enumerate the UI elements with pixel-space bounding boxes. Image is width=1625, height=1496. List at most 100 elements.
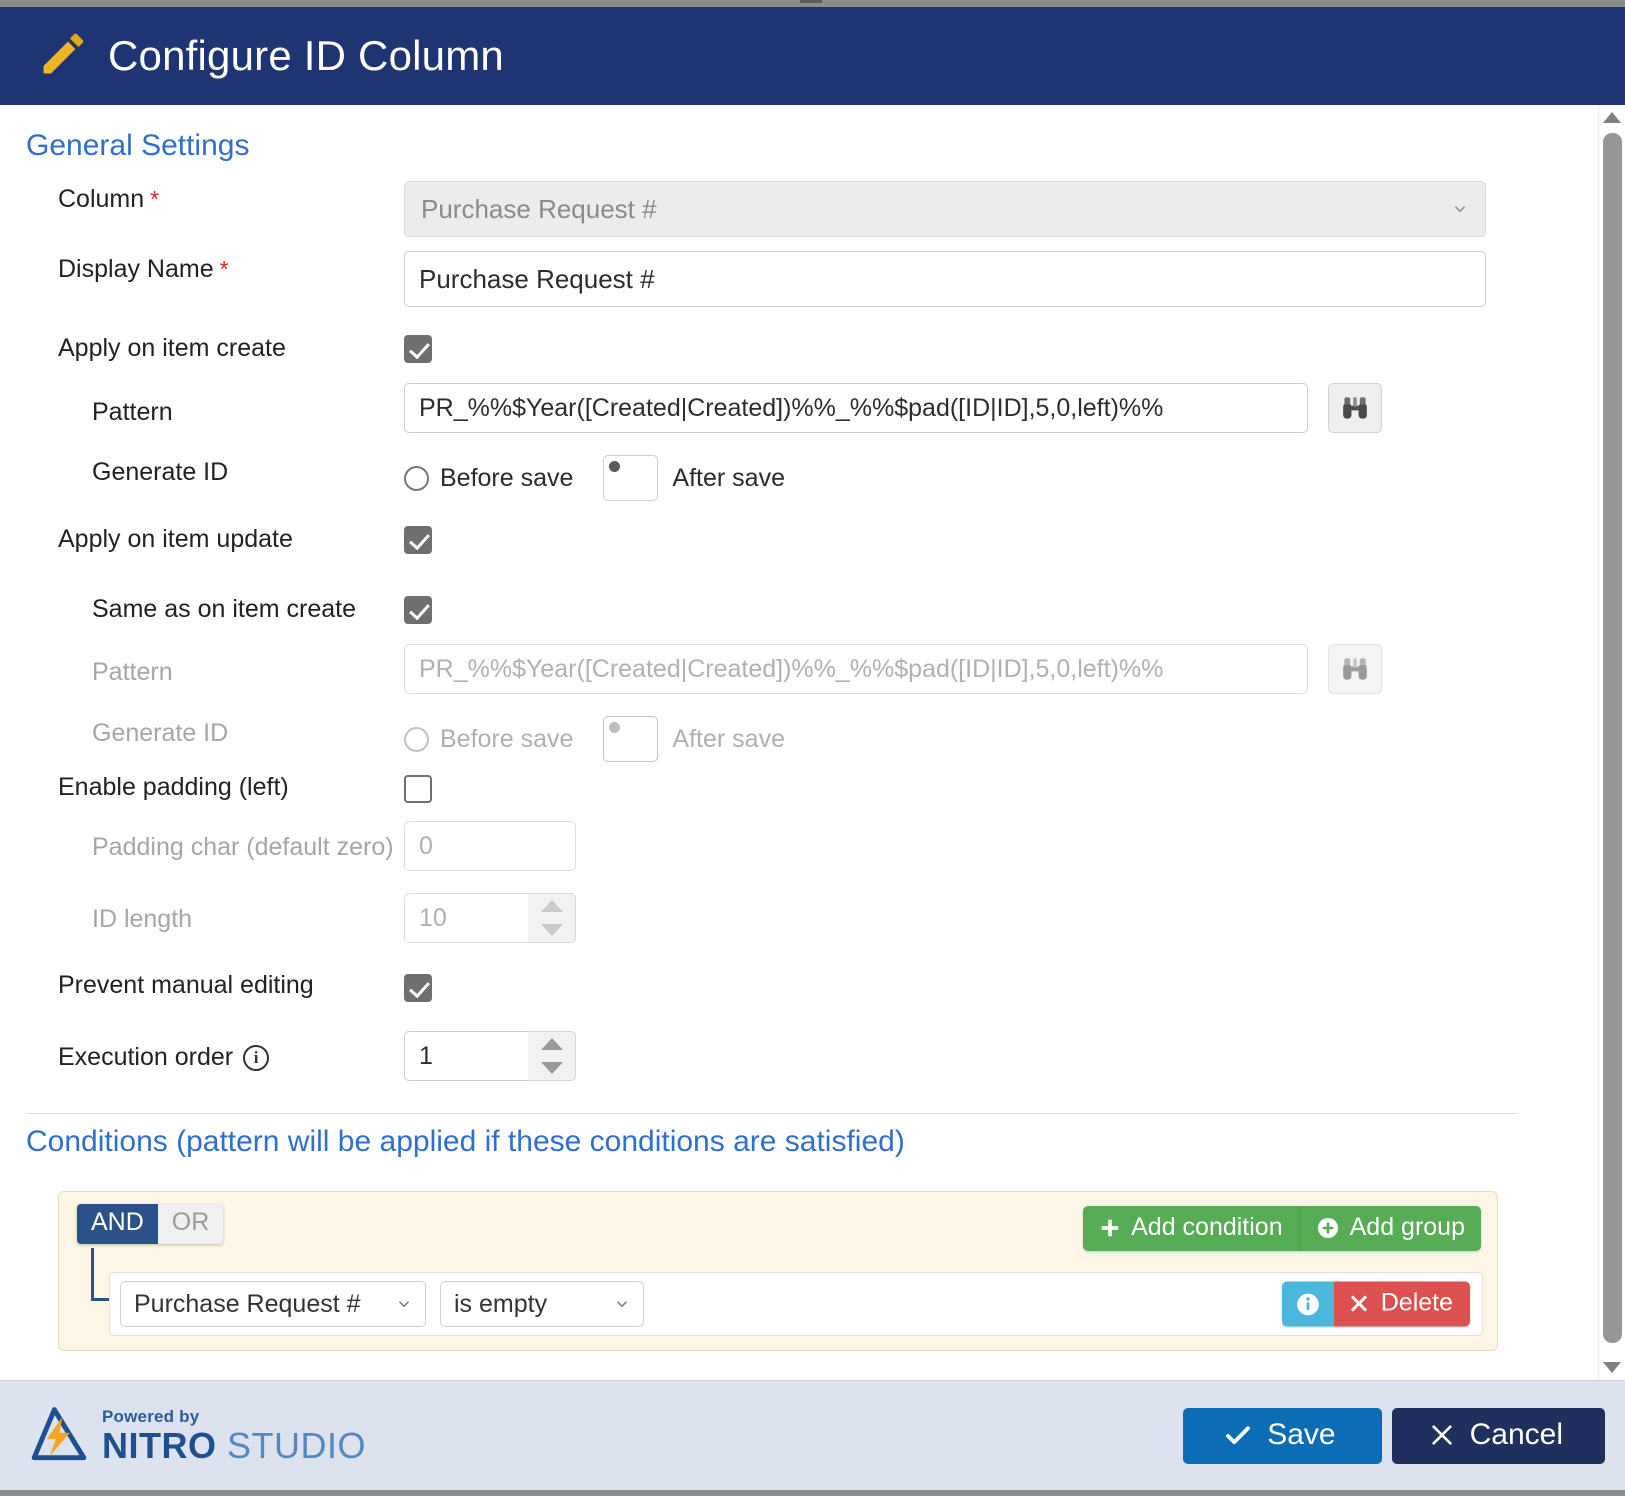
dialog-header: Configure ID Column	[0, 7, 1625, 105]
chevron-down-icon	[616, 1301, 628, 1308]
window-bottom-strip	[0, 1490, 1625, 1496]
scrollbar-thumb[interactable]	[1603, 133, 1622, 1343]
dialog-footer: Powered by NITRO STUDIO Save Cancel	[0, 1380, 1625, 1490]
powered-by-label: Powered by	[102, 1406, 200, 1426]
create-pattern-input[interactable]	[404, 383, 1308, 433]
binoculars-icon-update[interactable]	[1328, 644, 1382, 694]
update-before-save-label: Before save	[440, 724, 574, 753]
create-generate-id-radio-group: Before save After save	[404, 455, 815, 501]
id-length-spin-buttons[interactable]	[528, 893, 576, 943]
column-label: Column	[58, 185, 145, 213]
field-row-update-generate-id: Generate ID	[92, 719, 228, 748]
general-settings-heading: General Settings	[26, 129, 250, 162]
enable-padding-label: Enable padding (left)	[58, 773, 289, 801]
condition-row: Purchase Request # is empty Delete	[109, 1272, 1483, 1336]
execution-order-input[interactable]	[404, 1031, 528, 1081]
logic-and-button[interactable]: AND	[77, 1204, 158, 1244]
update-after-save-label: After save	[672, 724, 785, 753]
binoculars-icon[interactable]	[1328, 383, 1382, 433]
id-length-input[interactable]	[404, 893, 528, 943]
apply-on-create-label: Apply on item create	[58, 334, 286, 362]
prevent-manual-editing-label: Prevent manual editing	[58, 971, 314, 999]
window-top-notch	[800, 0, 822, 3]
apply-on-update-label: Apply on item update	[58, 525, 293, 553]
condition-field-select[interactable]: Purchase Request #	[120, 1281, 426, 1327]
enable-padding-checkbox[interactable]	[404, 775, 432, 803]
apply-on-update-checkbox[interactable]	[404, 526, 432, 554]
field-row-apply-on-update: Apply on item update	[58, 525, 293, 554]
scroll-up-arrow-icon[interactable]	[1603, 112, 1621, 123]
scroll-down-arrow-icon[interactable]	[1603, 1362, 1621, 1373]
condition-row-actions: Delete	[1281, 1281, 1470, 1327]
create-before-save-option[interactable]: Before save	[404, 464, 603, 493]
update-pattern-input[interactable]	[404, 644, 1308, 694]
logic-or-button[interactable]: OR	[157, 1204, 224, 1244]
window-top-strip	[0, 0, 1625, 7]
check-icon	[1226, 1425, 1251, 1444]
condition-delete-button[interactable]: Delete	[1333, 1281, 1470, 1327]
create-after-save-option[interactable]: After save	[603, 455, 815, 501]
save-button[interactable]: Save	[1183, 1407, 1382, 1464]
x-icon	[1431, 1424, 1452, 1445]
update-before-save-option[interactable]: Before save	[404, 725, 603, 754]
condition-operator-select[interactable]: is empty	[440, 1281, 644, 1327]
plus-circle-icon	[1317, 1217, 1338, 1238]
vertical-scrollbar[interactable]	[1598, 105, 1625, 1380]
same-as-create-checkbox[interactable]	[404, 596, 432, 624]
id-length-increment-icon[interactable]	[540, 900, 563, 912]
condition-connector-branch	[91, 1298, 109, 1301]
column-required-marker: *	[150, 186, 160, 212]
pencil-icon	[36, 27, 90, 86]
condition-operator-value: is empty	[454, 1289, 548, 1318]
execution-order-decrement-icon[interactable]	[540, 1062, 563, 1074]
add-group-button[interactable]: Add group	[1298, 1206, 1481, 1251]
field-row-update-pattern: Pattern	[92, 658, 173, 687]
save-label: Save	[1267, 1417, 1336, 1451]
display-name-input[interactable]	[404, 251, 1486, 307]
field-row-column: Column *	[58, 185, 159, 214]
padding-char-input[interactable]	[404, 821, 576, 871]
field-row-execution-order: Execution order i	[58, 1043, 270, 1072]
conditions-heading: Conditions (pattern will be applied if t…	[26, 1125, 905, 1158]
create-after-save-label: After save	[672, 463, 785, 492]
create-after-save-radio[interactable]	[603, 455, 659, 501]
condition-info-button[interactable]	[1281, 1281, 1334, 1327]
id-length-stepper[interactable]	[404, 893, 576, 943]
update-generate-id-radio-group: Before save After save	[404, 716, 815, 762]
create-before-save-label: Before save	[440, 463, 574, 492]
cancel-label: Cancel	[1469, 1417, 1563, 1451]
brand-studio: STUDIO	[216, 1424, 367, 1466]
update-after-save-option[interactable]: After save	[603, 716, 815, 762]
cancel-button[interactable]: Cancel	[1391, 1407, 1605, 1464]
id-length-label: ID length	[92, 905, 193, 933]
chevron-down-icon	[1454, 206, 1466, 213]
configure-id-column-dialog: Configure ID Column General Settings Col…	[0, 0, 1625, 1496]
add-condition-label: Add condition	[1131, 1213, 1283, 1241]
execution-order-increment-icon[interactable]	[540, 1038, 563, 1050]
dialog-title: Configure ID Column	[108, 32, 504, 79]
condition-connector-line	[91, 1248, 94, 1300]
add-group-label: Add group	[1349, 1213, 1465, 1241]
execution-order-stepper[interactable]	[404, 1031, 576, 1081]
field-row-display-name: Display Name *	[58, 255, 229, 284]
update-after-save-radio[interactable]	[603, 716, 659, 762]
nitro-bolt-icon	[31, 1406, 87, 1460]
prevent-manual-editing-checkbox[interactable]	[404, 974, 432, 1002]
section-divider	[26, 1113, 1518, 1114]
update-before-save-radio[interactable]	[404, 726, 429, 752]
info-icon[interactable]: i	[243, 1044, 270, 1071]
logic-toggle[interactable]: AND OR	[77, 1204, 224, 1244]
apply-on-create-checkbox[interactable]	[404, 335, 432, 363]
dialog-body: General Settings Column * Purchase Reque…	[0, 105, 1570, 1380]
conditions-toolbar: Add condition Add group	[1083, 1206, 1481, 1251]
column-select[interactable]: Purchase Request #	[404, 181, 1486, 237]
field-row-create-generate-id: Generate ID	[92, 458, 228, 487]
execution-order-spin-buttons[interactable]	[528, 1031, 576, 1081]
condition-delete-label: Delete	[1380, 1288, 1453, 1317]
display-name-label: Display Name	[58, 255, 214, 283]
binoculars-glyph	[1343, 397, 1367, 419]
create-before-save-radio[interactable]	[404, 465, 429, 491]
field-row-id-length: ID length	[92, 905, 192, 934]
add-condition-button[interactable]: Add condition	[1083, 1206, 1299, 1251]
id-length-decrement-icon[interactable]	[540, 924, 563, 936]
